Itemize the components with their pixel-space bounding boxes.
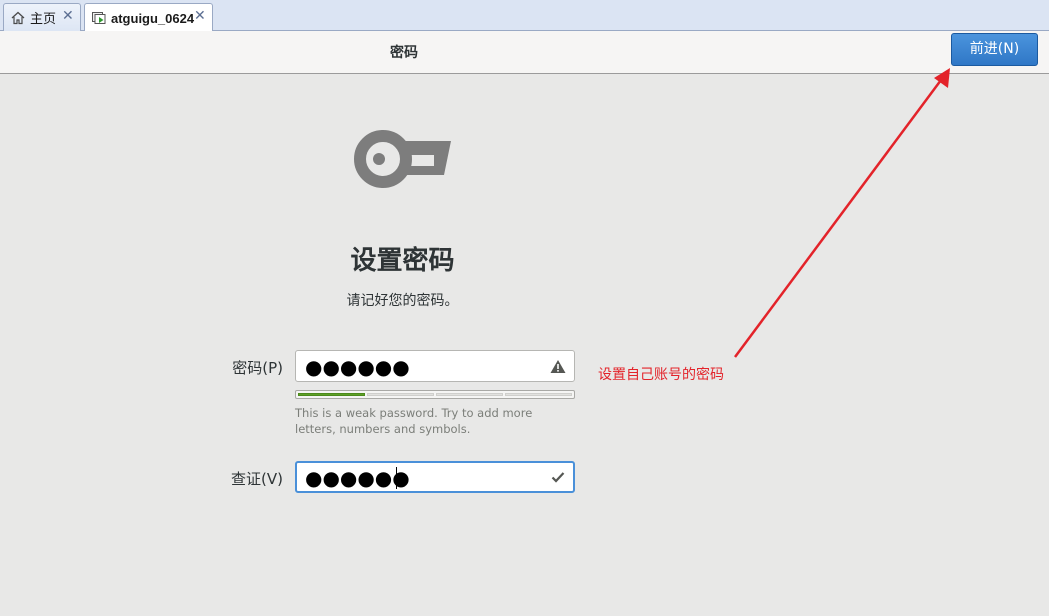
header-title: 密码 bbox=[390, 45, 418, 61]
text-caret bbox=[396, 467, 397, 489]
close-icon[interactable]: ✕ bbox=[194, 9, 206, 23]
next-button[interactable]: 前进(N) bbox=[951, 33, 1038, 66]
confirm-password-field[interactable]: ●●●●●● bbox=[295, 461, 575, 493]
strength-segment bbox=[298, 393, 365, 396]
close-icon[interactable]: ✕ bbox=[62, 9, 74, 23]
password-field[interactable]: ●●●●●● bbox=[295, 350, 575, 382]
confirm-value: ●●●●●● bbox=[305, 466, 410, 490]
page-title: 设置密码 bbox=[350, 246, 455, 276]
password-value: ●●●●●● bbox=[305, 355, 410, 379]
annotation-arrow bbox=[733, 68, 950, 358]
key-icon bbox=[354, 130, 451, 188]
tab-vm-label: atguigu_0624 bbox=[111, 10, 195, 26]
strength-segment bbox=[505, 393, 572, 396]
check-icon bbox=[551, 472, 565, 483]
tab-vm[interactable]: atguigu_0624 ✕ bbox=[84, 3, 213, 32]
strength-segment bbox=[367, 393, 434, 396]
page-subtitle: 请记好您的密码。 bbox=[346, 293, 459, 309]
warning-icon bbox=[550, 360, 566, 373]
tab-bar: 主页 ✕ atguigu_0624 ✕ bbox=[0, 0, 1049, 32]
password-hint: This is a weak password. Try to add more… bbox=[295, 406, 533, 436]
strength-segment bbox=[436, 393, 503, 396]
home-icon bbox=[11, 11, 25, 24]
tab-home[interactable]: 主页 ✕ bbox=[3, 3, 81, 31]
password-strength-bar bbox=[295, 390, 575, 399]
annotation-text: 设置自己账号的密码 bbox=[598, 367, 724, 383]
tab-home-label: 主页 bbox=[30, 12, 57, 27]
confirm-label: 查证(V) bbox=[231, 470, 283, 488]
password-label: 密码(P) bbox=[232, 359, 283, 377]
vm-running-icon bbox=[92, 12, 106, 24]
header-bar: 密码 前进(N) bbox=[0, 31, 1049, 74]
